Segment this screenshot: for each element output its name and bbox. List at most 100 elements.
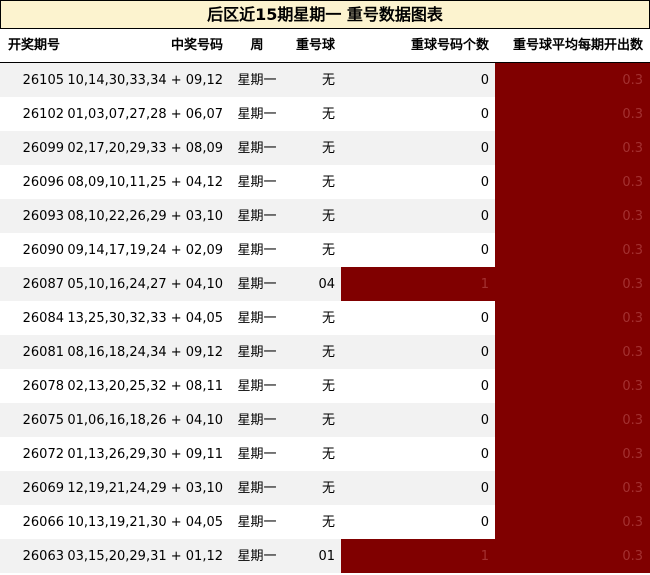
count-label: 0	[480, 73, 489, 88]
issue-cell: 26102	[22, 107, 64, 122]
issue-cell: 26087	[22, 277, 64, 292]
weekday-cell: 星期一	[237, 107, 277, 122]
numbers-cell: 13,25,30,32,33 + 04,05	[67, 311, 223, 326]
weekday-cell: 星期一	[237, 209, 277, 224]
avg-label: 0.3	[622, 277, 643, 292]
numbers-cell: 08,09,10,11,25 + 04,12	[67, 175, 223, 190]
table-row: 26066 10,13,19,21,30 + 04,05 星期一 无 0 0.3	[0, 505, 650, 539]
avg-label: 0.3	[622, 413, 643, 428]
avg-label: 0.3	[622, 73, 643, 88]
count-label: 0	[480, 379, 489, 394]
repeat-cell: 无	[321, 311, 335, 326]
issue-cell: 26063	[22, 549, 64, 564]
numbers-cell: 05,10,16,24,27 + 04,10	[67, 277, 223, 292]
numbers-cell: 02,13,20,25,32 + 08,11	[67, 379, 223, 394]
weekday-cell: 星期一	[237, 243, 277, 258]
table-row: 26063 03,15,20,29,31 + 01,12 星期一 01 1 0.3	[0, 539, 650, 573]
avg-label: 0.3	[622, 345, 643, 360]
avg-label: 0.3	[622, 243, 643, 258]
weekday-cell: 星期一	[237, 277, 277, 292]
repeat-cell: 无	[321, 447, 335, 462]
table-row: 26105 10,14,30,33,34 + 09,12 星期一 无 0 0.3	[0, 63, 650, 97]
count-label: 1	[480, 277, 489, 292]
header-repeat: 重号球	[295, 38, 335, 53]
repeat-cell: 01	[318, 549, 335, 564]
table-row: 26087 05,10,16,24,27 + 04,10 星期一 04 1 0.3	[0, 267, 650, 301]
count-label: 0	[480, 209, 489, 224]
table-row: 26099 02,17,20,29,33 + 08,09 星期一 无 0 0.3	[0, 131, 650, 165]
count-label: 1	[480, 549, 489, 564]
repeat-cell: 无	[321, 481, 335, 496]
repeat-number-chart: 后区近15期星期一 重号数据图表 开奖期号 中奖号码 周 重号球 重球号码个数 …	[0, 0, 650, 574]
weekday-cell: 星期一	[237, 515, 277, 530]
numbers-cell: 08,16,18,24,34 + 09,12	[67, 345, 223, 360]
repeat-cell: 无	[321, 515, 335, 530]
header-issue: 开奖期号	[8, 38, 61, 53]
issue-cell: 26099	[22, 141, 64, 156]
count-label: 0	[480, 175, 489, 190]
issue-cell: 26084	[22, 311, 64, 326]
issue-cell: 26090	[22, 243, 64, 258]
table-row: 26102 01,03,07,27,28 + 06,07 星期一 无 0 0.3	[0, 97, 650, 131]
repeat-cell: 无	[321, 413, 335, 428]
weekday-cell: 星期一	[237, 549, 277, 564]
avg-label: 0.3	[622, 379, 643, 394]
header-avg: 重号球平均每期开出数	[512, 38, 643, 53]
issue-cell: 26078	[22, 379, 64, 394]
count-label: 0	[480, 345, 489, 360]
table-row: 26093 08,10,22,26,29 + 03,10 星期一 无 0 0.3	[0, 199, 650, 233]
count-label: 0	[480, 515, 489, 530]
repeat-cell: 无	[321, 107, 335, 122]
chart-title: 后区近15期星期一 重号数据图表	[0, 0, 650, 29]
header-count: 重球号码个数	[410, 38, 489, 53]
numbers-cell: 12,19,21,24,29 + 03,10	[67, 481, 223, 496]
numbers-cell: 08,10,22,26,29 + 03,10	[67, 209, 223, 224]
repeat-cell: 无	[321, 175, 335, 190]
numbers-cell: 02,17,20,29,33 + 08,09	[67, 141, 223, 156]
issue-cell: 26069	[22, 481, 64, 496]
weekday-cell: 星期一	[237, 481, 277, 496]
numbers-cell: 01,06,16,18,26 + 04,10	[67, 413, 223, 428]
repeat-cell: 无	[321, 73, 335, 88]
weekday-cell: 星期一	[237, 175, 277, 190]
table-row: 26081 08,16,18,24,34 + 09,12 星期一 无 0 0.3	[0, 335, 650, 369]
count-label: 0	[480, 107, 489, 122]
weekday-cell: 星期一	[237, 141, 277, 156]
numbers-cell: 10,13,19,21,30 + 04,05	[67, 515, 223, 530]
numbers-cell: 01,13,26,29,30 + 09,11	[67, 447, 223, 462]
repeat-cell: 无	[321, 209, 335, 224]
count-label: 0	[480, 141, 489, 156]
numbers-cell: 03,15,20,29,31 + 01,12	[67, 549, 223, 564]
weekday-cell: 星期一	[237, 413, 277, 428]
repeat-cell: 无	[321, 379, 335, 394]
repeat-cell: 无	[321, 345, 335, 360]
repeat-cell: 04	[318, 277, 335, 292]
issue-cell: 26096	[22, 175, 64, 190]
numbers-cell: 09,14,17,19,24 + 02,09	[67, 243, 223, 258]
weekday-cell: 星期一	[237, 379, 277, 394]
issue-cell: 26075	[22, 413, 64, 428]
issue-cell: 26081	[22, 345, 64, 360]
count-label: 0	[480, 243, 489, 258]
table-row: 26075 01,06,16,18,26 + 04,10 星期一 无 0 0.3	[0, 403, 650, 437]
avg-label: 0.3	[622, 141, 643, 156]
table-header: 开奖期号 中奖号码 周 重号球 重球号码个数 重号球平均每期开出数	[0, 29, 650, 63]
count-label: 0	[480, 413, 489, 428]
issue-cell: 26105	[22, 73, 64, 88]
issue-cell: 26066	[22, 515, 64, 530]
weekday-cell: 星期一	[237, 345, 277, 360]
avg-label: 0.3	[622, 481, 643, 496]
numbers-cell: 10,14,30,33,34 + 09,12	[67, 73, 223, 88]
table-row: 26069 12,19,21,24,29 + 03,10 星期一 无 0 0.3	[0, 471, 650, 505]
table-body: 26105 10,14,30,33,34 + 09,12 星期一无 0 0.3 26102…	[0, 63, 650, 574]
avg-label: 0.3	[622, 209, 643, 224]
table-row: 26084 13,25,30,32,33 + 04,05 星期一 无 0 0.3	[0, 301, 650, 335]
table-row: 26090 09,14,17,19,24 + 02,09 星期一 无 0 0.3	[0, 233, 650, 267]
issue-cell: 26072	[22, 447, 64, 462]
issue-cell: 26093	[22, 209, 64, 224]
header-numbers: 中奖号码	[170, 38, 223, 53]
avg-label: 0.3	[622, 175, 643, 190]
table-row: 26096 08,09,10,11,25 + 04,12 星期一 无 0 0.3	[0, 165, 650, 199]
header-weekday: 周	[250, 38, 264, 53]
count-label: 0	[480, 481, 489, 496]
